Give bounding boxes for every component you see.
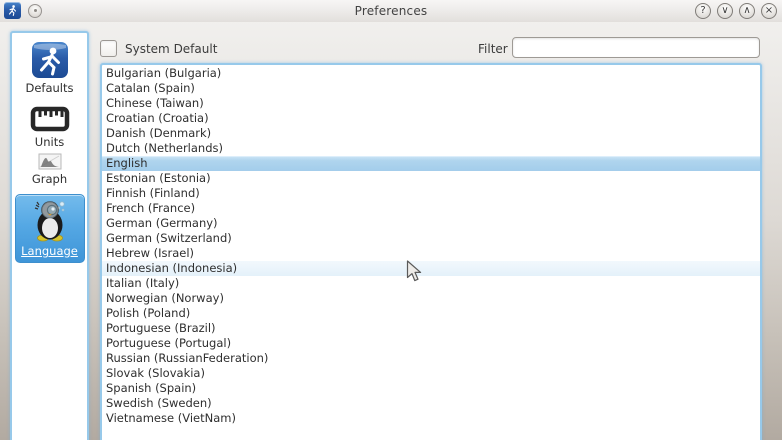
preferences-window: Preferences ? ∨ ∧ × Defaults Units Graph Langu… [0,0,782,440]
minimize-button[interactable]: ∨ [717,3,733,19]
language-list-item[interactable]: Catalan (Spain) [102,81,760,96]
system-default-checkbox[interactable] [100,40,117,57]
language-list-item[interactable]: Indonesian (Indonesia) [102,261,760,276]
graph-icon [38,153,62,170]
language-list-item[interactable]: French (France) [102,201,760,216]
language-list-item[interactable]: Norwegian (Norway) [102,291,760,306]
diver-glyph [6,4,19,17]
language-list-item[interactable]: Danish (Denmark) [102,126,760,141]
sidebar-item-label: Language [21,244,78,258]
language-list-item[interactable]: Italian (Italy) [102,276,760,291]
language-list-item[interactable]: Hebrew (Israel) [102,246,760,261]
language-list-item[interactable]: Swedish (Sweden) [102,396,760,411]
language-list: Bulgarian (Bulgaria)Catalan (Spain)Chine… [100,63,762,440]
language-list-item[interactable]: German (Germany) [102,216,760,231]
language-list-item[interactable]: Spanish (Spain) [102,381,760,396]
sidebar-item-label: Units [35,135,64,149]
sidebar-item-label: Defaults [25,81,73,95]
language-list-item[interactable]: Croatian (Croatia) [102,111,760,126]
titlebar-left [4,2,42,19]
titlebar-buttons: ? ∨ ∧ × [695,3,777,19]
sidebar-item-language[interactable]: Language [15,194,85,263]
language-list-item[interactable]: Chinese (Taiwan) [102,96,760,111]
window-menu-button[interactable] [28,4,42,18]
maximize-button[interactable]: ∧ [739,3,755,19]
language-list-item[interactable]: Estonian (Estonia) [102,171,760,186]
language-list-item[interactable]: Russian (RussianFederation) [102,351,760,366]
language-list-item[interactable]: Polish (Poland) [102,306,760,321]
sidebar-item-label: Graph [32,172,67,186]
dot-icon [34,9,37,12]
language-list-item[interactable]: Portuguese (Portugal) [102,336,760,351]
filter-input[interactable] [512,37,760,58]
titlebar: Preferences ? ∨ ∧ × [0,0,782,22]
sidebar-item-units[interactable]: Units [15,105,85,149]
close-button[interactable]: × [761,3,777,19]
sidebar-item-graph[interactable]: Graph [15,153,85,186]
app-diver-icon[interactable] [4,2,21,19]
language-list-item[interactable]: English [102,156,760,171]
help-button[interactable]: ? [695,3,711,19]
language-list-item[interactable]: Slovak (Slovakia) [102,366,760,381]
language-list-item[interactable]: Portuguese (Brazil) [102,321,760,336]
language-list-item[interactable]: Dutch (Netherlands) [102,141,760,156]
ruler-icon [30,105,70,133]
penguin-icon [29,198,71,242]
language-list-item[interactable]: German (Switzerland) [102,231,760,246]
sidebar: Defaults Units Graph Language [10,31,89,440]
window-title: Preferences [0,4,782,18]
language-list-item[interactable]: Bulgarian (Bulgaria) [102,66,760,81]
filter-label: Filter [478,42,508,56]
system-default-label: System Default [125,42,217,56]
diver-icon [31,41,69,79]
language-list-item[interactable]: Finnish (Finland) [102,186,760,201]
language-list-item[interactable]: Vietnamese (VietNam) [102,411,760,426]
sidebar-item-defaults[interactable]: Defaults [15,41,85,95]
